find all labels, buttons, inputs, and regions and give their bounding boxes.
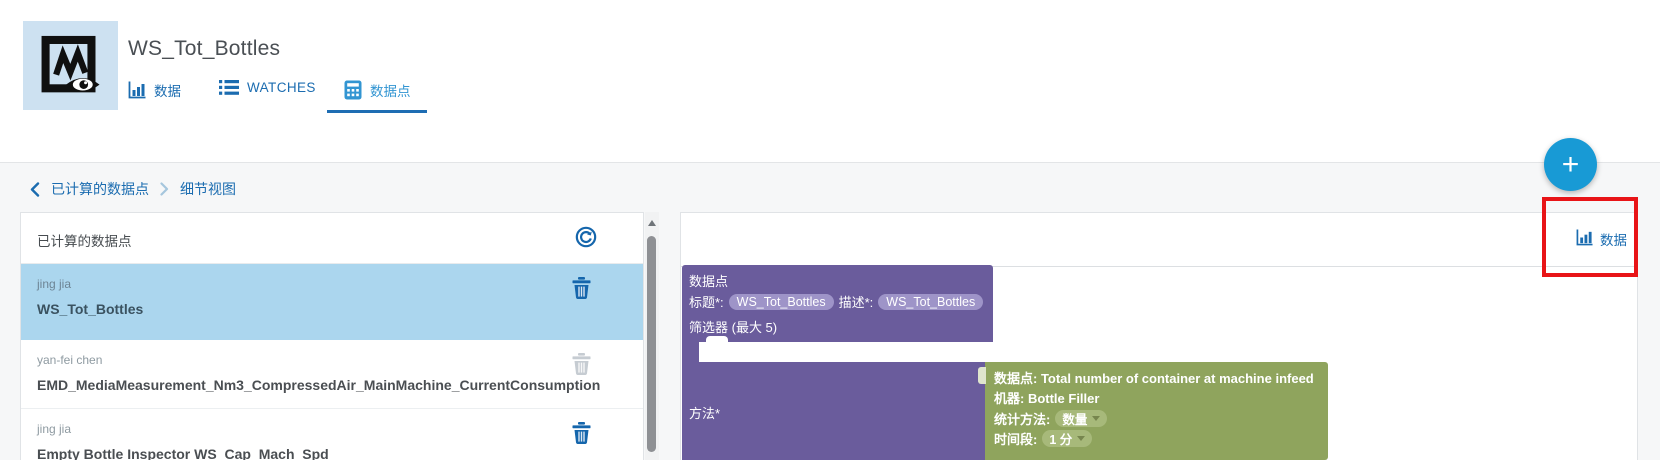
item-owner: yan-fei chen: [37, 353, 103, 367]
chevron-down-icon: [1092, 415, 1101, 421]
page-title: WS_Tot_Bottles: [128, 37, 281, 60]
delete-icon-disabled: [572, 353, 591, 375]
title-field[interactable]: WS_Tot_Bottles: [728, 293, 834, 310]
stat-method-row: 统计方法: 数量: [994, 408, 1328, 429]
source-block[interactable]: 数据点: Total number of container at machin…: [978, 362, 1328, 460]
tab-label: WATCHES: [247, 80, 316, 95]
source-machine-row: 机器: Bottle Filler: [994, 391, 1100, 407]
delete-icon[interactable]: [572, 422, 591, 444]
item-owner: jing jia: [37, 277, 72, 291]
method-section[interactable]: 方法*: [682, 362, 985, 460]
item-owner: jing jia: [37, 422, 72, 436]
calculator-icon: [344, 80, 362, 100]
block-left-wall: [682, 342, 699, 362]
annotation-rectangle: [1542, 197, 1638, 277]
tab-datapoints[interactable]: 数据点: [344, 80, 411, 100]
header: WS_Tot_Bottles 数据 WATCHES 数据点: [0, 0, 1660, 163]
field-label: 描述*:: [838, 295, 874, 310]
breadcrumb: 已计算的数据点 细节视图: [30, 178, 236, 200]
scroll-up-arrow-icon[interactable]: [648, 220, 656, 226]
item-name: WS_Tot_Bottles: [37, 301, 144, 317]
back-chevron-icon[interactable]: [30, 181, 40, 197]
field-label: 标题*:: [689, 295, 724, 310]
datapoint-block[interactable]: 数据点 标题*: WS_Tot_Bottles 描述*: WS_Tot_Bott…: [682, 265, 993, 342]
filter-slot[interactable]: [699, 342, 993, 362]
time-period-dropdown[interactable]: 1 分: [1042, 430, 1093, 448]
scrollbar-thumb[interactable]: [647, 236, 656, 452]
description-field[interactable]: WS_Tot_Bottles: [878, 293, 984, 310]
app-root: WS_Tot_Bottles 数据 WATCHES 数据点 + 已计算的数据点 …: [0, 0, 1660, 460]
breadcrumb-current[interactable]: 细节视图: [180, 179, 236, 199]
breadcrumb-link-calculated-datapoints[interactable]: 已计算的数据点: [51, 179, 149, 199]
method-label: 方法*: [689, 406, 721, 421]
tab-label: 数据: [154, 84, 181, 99]
app-logo: [23, 21, 118, 110]
list-header: 已计算的数据点: [21, 213, 643, 264]
tab-watches[interactable]: WATCHES: [219, 80, 316, 95]
list-item[interactable]: jing jia WS_Tot_Bottles: [21, 264, 643, 340]
dropdown-value: 数量: [1062, 412, 1088, 427]
block-title: 数据点: [689, 274, 729, 289]
dropdown-label: 时间段:: [994, 432, 1038, 448]
filter-label: 筛选器 (最大 5): [689, 320, 778, 335]
chevron-right-icon: [160, 182, 169, 196]
connector-notch: [978, 367, 986, 384]
editor-header: 数据: [681, 213, 1637, 267]
calculated-datapoints-panel: 已计算的数据点 jing jia WS_Tot_Bottles yan-fei …: [20, 212, 644, 460]
tab-label: 数据点: [370, 84, 411, 99]
active-tab-indicator: [327, 110, 427, 113]
dropdown-label: 统计方法:: [994, 411, 1051, 427]
block-fields-row: 标题*: WS_Tot_Bottles 描述*: WS_Tot_Bottles: [689, 292, 984, 311]
item-name: EMD_MediaMeasurement_Nm3_CompressedAir_M…: [37, 377, 601, 393]
dropdown-value: 1 分: [1049, 433, 1073, 448]
scrollbar[interactable]: [645, 212, 659, 460]
time-period-row: 时间段: 1 分: [994, 429, 1328, 450]
bar-chart-icon: [128, 81, 146, 99]
slot-notch: [706, 336, 728, 344]
item-name: Empty Bottle Inspector WS_Cap_Mach_Spd: [37, 446, 329, 460]
source-datapoint-row: 数据点: Total number of container at machin…: [994, 370, 1314, 386]
list-item[interactable]: yan-fei chen EMD_MediaMeasurement_Nm3_Co…: [21, 340, 643, 409]
list-item[interactable]: jing jia Empty Bottle Inspector WS_Cap_M…: [21, 409, 643, 460]
refresh-icon[interactable]: [575, 226, 597, 248]
add-button[interactable]: +: [1544, 138, 1597, 191]
stat-method-dropdown[interactable]: 数量: [1055, 409, 1108, 427]
logo-eye-icon: [41, 35, 100, 92]
list-title: 已计算的数据点: [37, 234, 132, 249]
chevron-down-icon: [1077, 436, 1086, 442]
delete-icon[interactable]: [572, 277, 591, 299]
list-icon: [219, 80, 239, 95]
tab-data[interactable]: 数据: [128, 80, 181, 100]
